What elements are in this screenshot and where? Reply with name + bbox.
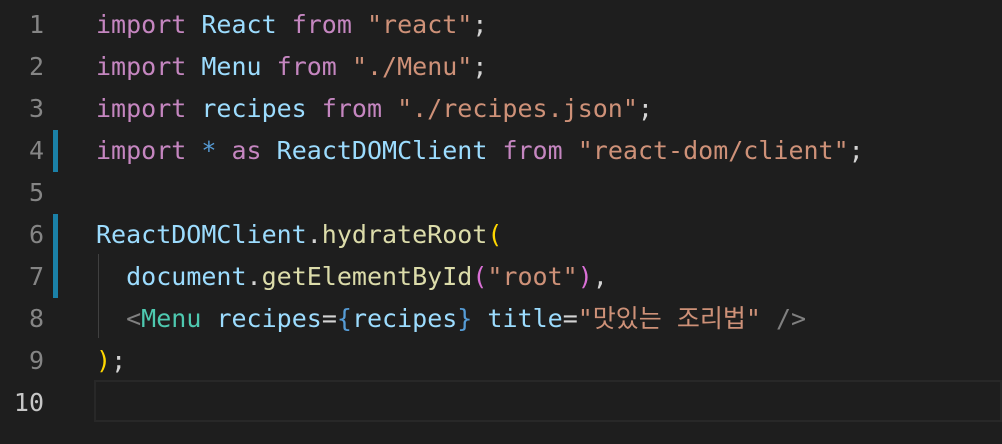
code-text: import * as ReactDOMClient from "react-d… [96, 130, 864, 172]
code-token: import [96, 52, 187, 81]
code-text: <Menu recipes={recipes} title="맛있는 조리법" … [96, 298, 806, 340]
code-token: "./recipes.json" [397, 94, 638, 123]
code-token: "react" [366, 10, 473, 39]
code-token: from [502, 136, 563, 165]
code-token: document [126, 262, 247, 291]
code-text: document.getElementById("root"), [96, 256, 608, 298]
line-number[interactable]: 4 [0, 130, 44, 172]
code-line[interactable]: 7 document.getElementById("root"), [0, 256, 1002, 298]
code-line[interactable]: 4 import * as ReactDOMClient from "react-… [0, 130, 1002, 172]
code-line[interactable]: 8 <Menu recipes={recipes} title="맛있는 조리법… [0, 298, 1002, 340]
line-number[interactable]: 6 [0, 214, 44, 256]
code-token: "./Menu" [351, 52, 473, 81]
code-token: from [321, 94, 383, 123]
code-token: hydrateRoot [321, 220, 488, 249]
code-token: . [246, 262, 262, 291]
code-token: ; [472, 10, 488, 39]
code-token: < [126, 304, 142, 333]
code-token: getElementById [261, 262, 473, 291]
code-line[interactable]: 9); [0, 340, 1002, 382]
code-line[interactable]: 5 [0, 172, 1002, 214]
code-token: as [231, 136, 262, 165]
code-token: recipes [351, 304, 458, 333]
code-text: import React from "react"; [96, 4, 487, 46]
code-token: = [321, 304, 337, 333]
code-token: "react-dom/client" [577, 136, 849, 165]
line-number[interactable]: 7 [0, 256, 44, 298]
code-token: ) [577, 262, 593, 291]
code-token: ) [96, 346, 112, 375]
code-token: ReactDOMClient [276, 136, 488, 165]
code-token: = [562, 304, 578, 333]
code-token: import [96, 136, 187, 165]
code-line[interactable]: 10 [0, 382, 1002, 424]
code-token: from [276, 52, 337, 81]
code-token: ; [111, 346, 127, 375]
code-token: . [306, 220, 322, 249]
code-line[interactable]: 6 ReactDOMClient.hydrateRoot( [0, 214, 1002, 256]
code-token: * [201, 136, 217, 165]
code-token: Menu [201, 52, 262, 81]
line-number[interactable]: 8 [0, 298, 44, 340]
code-token: from [291, 10, 352, 39]
line-number[interactable]: 2 [0, 46, 44, 88]
code-token: ReactDOMClient [96, 220, 307, 249]
code-token: recipes [216, 304, 322, 333]
code-text: import Menu from "./Menu"; [96, 46, 487, 88]
code-line[interactable]: 2 import Menu from "./Menu"; [0, 46, 1002, 88]
line-number[interactable]: 10 [0, 382, 44, 424]
code-token: "맛있는 조리법" [577, 304, 761, 333]
code-line[interactable]: 1 import React from "react"; [0, 4, 1002, 46]
code-text: ReactDOMClient.hydrateRoot( [96, 214, 502, 256]
code-token: title [487, 304, 563, 333]
code-line[interactable]: 3 import recipes from "./recipes.json"; [0, 88, 1002, 130]
code-token: import [96, 94, 187, 123]
code-token: ( [472, 262, 488, 291]
code-token: ; [637, 94, 653, 123]
code-text: ); [96, 340, 126, 382]
line-number[interactable]: 3 [0, 88, 44, 130]
code-token: ; [848, 136, 864, 165]
code-token: React [201, 10, 277, 39]
code-token: { [336, 304, 352, 333]
code-token: ; [472, 52, 488, 81]
line-number[interactable]: 5 [0, 172, 44, 214]
code-token: /> [775, 304, 807, 333]
line-number[interactable]: 1 [0, 4, 44, 46]
code-token: ( [487, 220, 503, 249]
code-editor[interactable]: 1 import React from "react"; 2 import Menu … [0, 0, 1002, 444]
code-text: import recipes from "./recipes.json"; [96, 88, 653, 130]
line-number[interactable]: 9 [0, 340, 44, 382]
code-token: , [592, 262, 608, 291]
code-token: Menu [141, 304, 202, 333]
code-token: "root" [487, 262, 578, 291]
code-token: import [96, 10, 187, 39]
code-token: } [457, 304, 473, 333]
code-token: recipes [201, 94, 307, 123]
